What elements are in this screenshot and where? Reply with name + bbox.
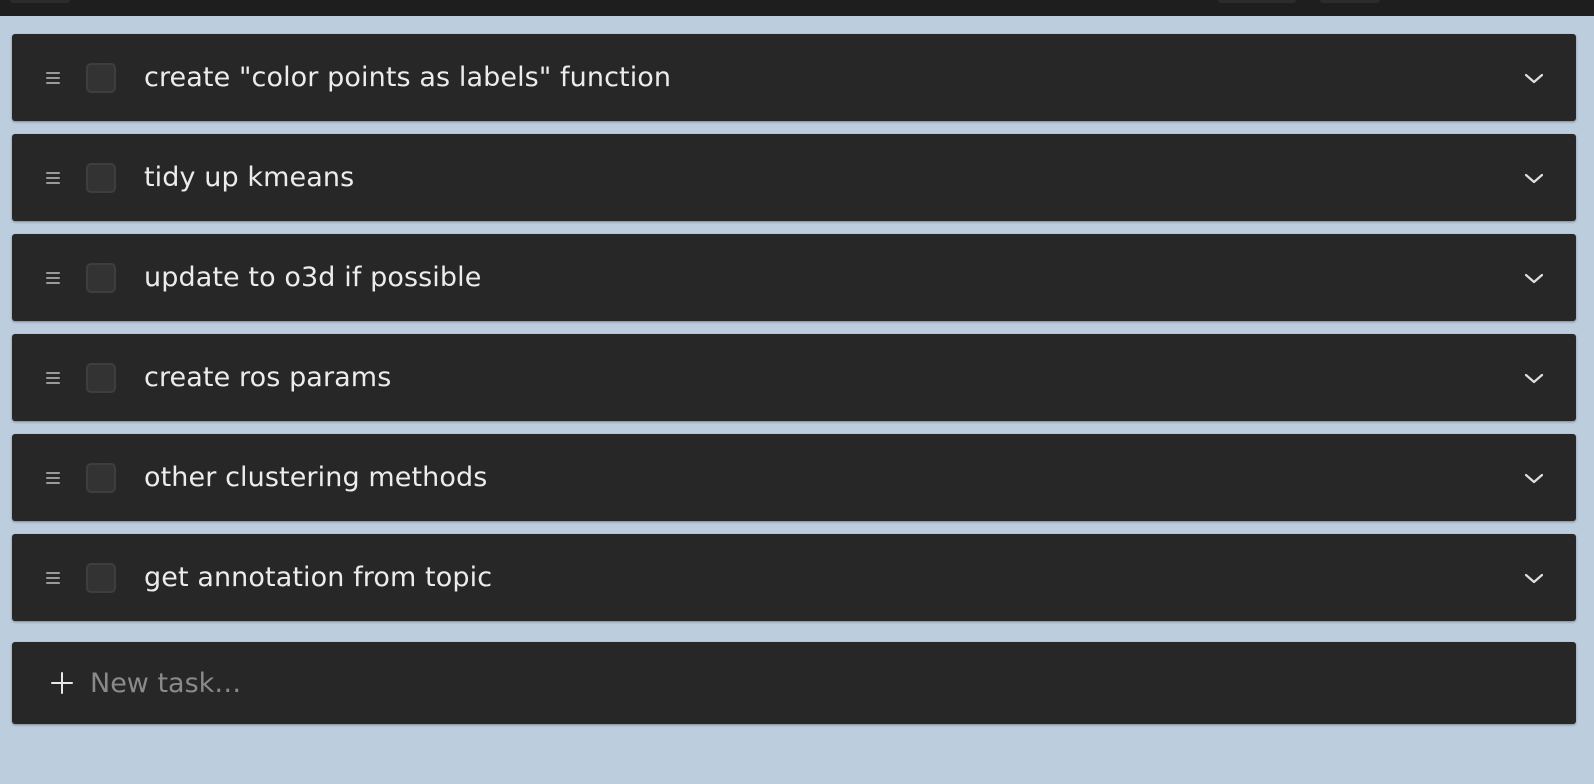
task-checkbox[interactable] — [86, 562, 116, 593]
new-task-input[interactable] — [90, 663, 1490, 703]
chevron-down-icon[interactable] — [1522, 166, 1546, 190]
top-bar — [0, 0, 1594, 16]
top-bar-tab[interactable] — [10, 0, 70, 3]
chevron-down-icon[interactable] — [1522, 266, 1546, 290]
task-title[interactable]: create ros params — [144, 362, 391, 393]
task-row[interactable]: tidy up kmeans — [12, 134, 1576, 221]
drag-handle-icon[interactable] — [46, 471, 60, 484]
task-title[interactable]: other clustering methods — [144, 462, 487, 493]
new-task-bar[interactable] — [12, 642, 1576, 724]
task-title[interactable]: update to o3d if possible — [144, 262, 481, 293]
top-bar-tab[interactable] — [1320, 0, 1380, 3]
drag-handle-icon[interactable] — [46, 271, 60, 284]
task-title[interactable]: get annotation from topic — [144, 562, 492, 593]
task-row[interactable]: update to o3d if possible — [12, 234, 1576, 321]
task-checkbox[interactable] — [86, 262, 116, 293]
task-row[interactable]: create ros params — [12, 334, 1576, 421]
task-checkbox[interactable] — [86, 162, 116, 193]
task-row[interactable]: create "color points as labels" function — [12, 34, 1576, 121]
drag-handle-icon[interactable] — [46, 71, 60, 84]
top-bar-tab[interactable] — [1218, 0, 1296, 3]
drag-handle-icon[interactable] — [46, 571, 60, 584]
task-checkbox[interactable] — [86, 362, 116, 393]
chevron-down-icon[interactable] — [1522, 66, 1546, 90]
task-title[interactable]: create "color points as labels" function — [144, 62, 671, 93]
drag-handle-icon[interactable] — [46, 171, 60, 184]
task-checkbox[interactable] — [86, 62, 116, 93]
task-checkbox[interactable] — [86, 462, 116, 493]
chevron-down-icon[interactable] — [1522, 366, 1546, 390]
chevron-down-icon[interactable] — [1522, 566, 1546, 590]
chevron-down-icon[interactable] — [1522, 466, 1546, 490]
task-list: create "color points as labels" function… — [12, 34, 1576, 634]
drag-handle-icon[interactable] — [46, 371, 60, 384]
task-row[interactable]: get annotation from topic — [12, 534, 1576, 621]
plus-icon[interactable] — [50, 671, 74, 695]
task-title[interactable]: tidy up kmeans — [144, 162, 354, 193]
task-row[interactable]: other clustering methods — [12, 434, 1576, 521]
